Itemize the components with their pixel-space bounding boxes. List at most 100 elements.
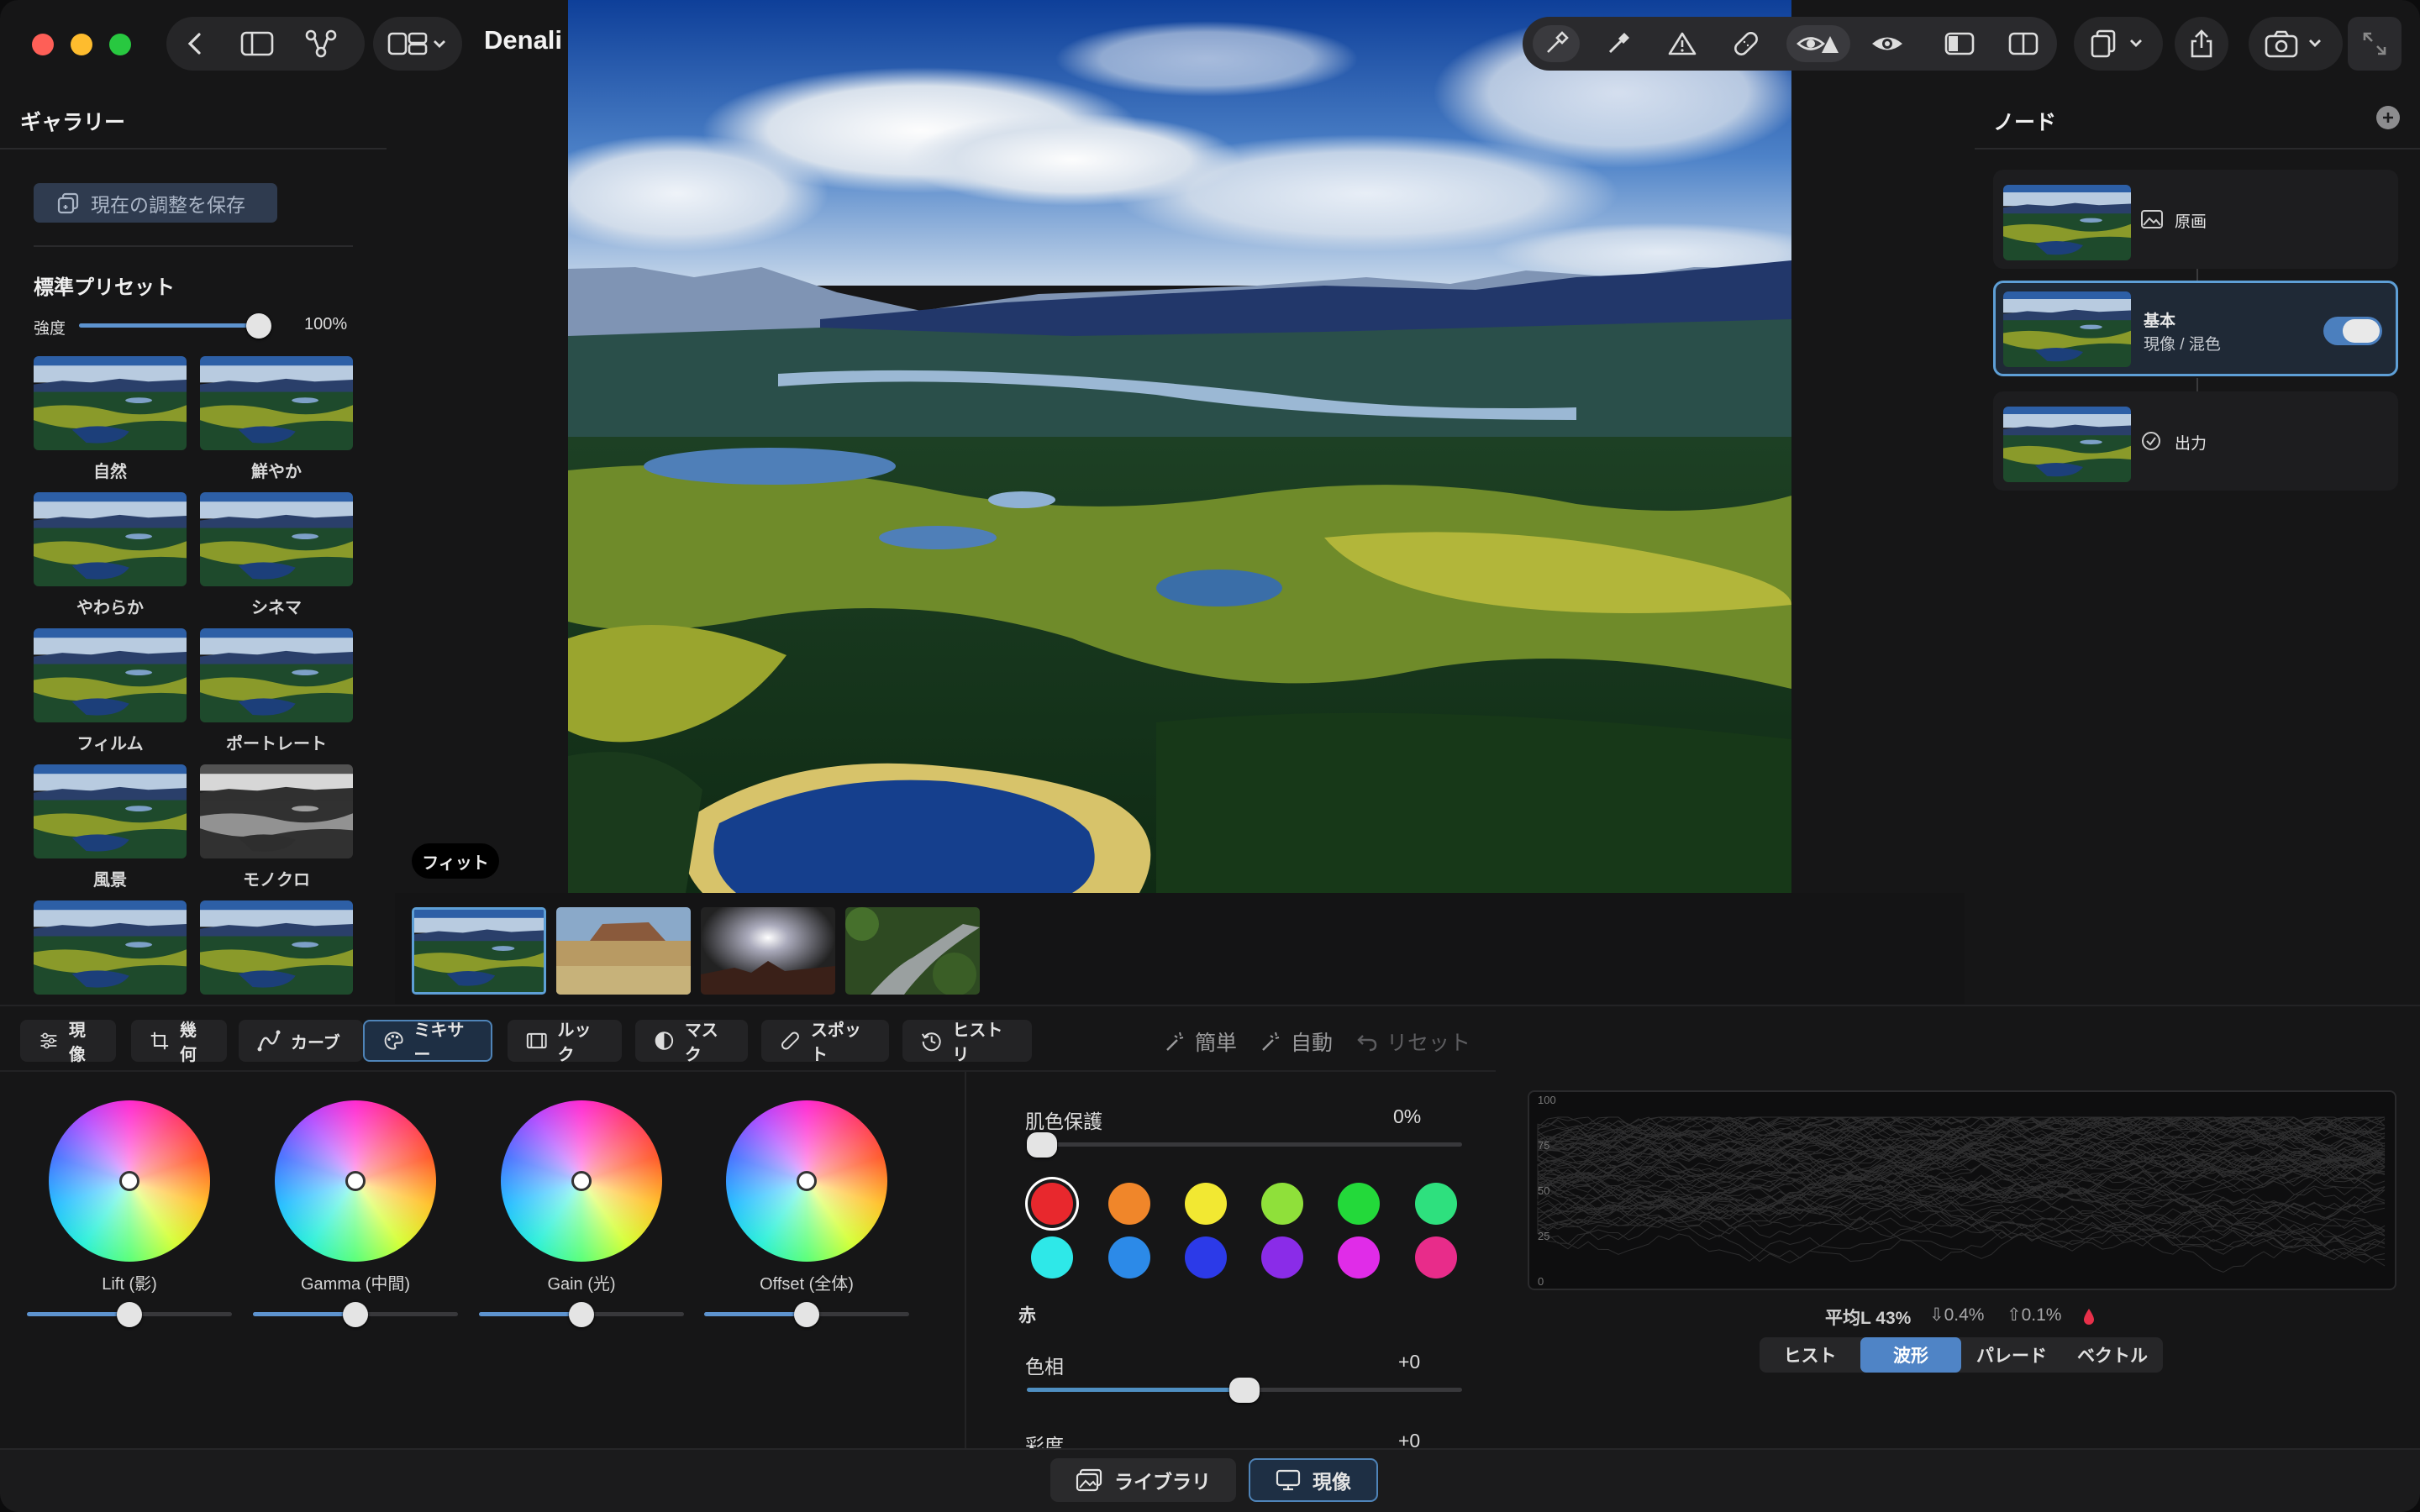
scope-mode-option[interactable]: 波形 [1860, 1337, 1961, 1373]
white-balance-picker-button[interactable] [1595, 25, 1642, 62]
skin-protect-knob[interactable] [1027, 1132, 1058, 1158]
filmstrip-thumb[interactable] [556, 907, 691, 995]
wheel-handle[interactable] [571, 1171, 592, 1191]
preset-item[interactable] [200, 900, 353, 1002]
preset-item[interactable]: 自然 [34, 356, 187, 482]
slider-knob[interactable] [569, 1302, 594, 1327]
simple-button[interactable]: 簡単 [1165, 1026, 1237, 1057]
color-wheel[interactable] [501, 1100, 662, 1262]
reset-label: リセット [1386, 1032, 1471, 1055]
color-swatch[interactable] [1261, 1236, 1303, 1278]
node-output[interactable]: 出力 [1993, 391, 2398, 491]
waveform-scope[interactable]: 100 75 50 25 0 [1528, 1090, 2396, 1290]
slider-knob[interactable] [343, 1302, 368, 1327]
color-swatch[interactable] [1185, 1236, 1227, 1278]
photo-canvas[interactable] [568, 0, 1791, 893]
slider-knob[interactable] [117, 1302, 142, 1327]
wheel-handle[interactable] [797, 1171, 817, 1191]
minimize-window-button[interactable] [71, 34, 92, 55]
preview-button[interactable] [1864, 25, 1911, 62]
tab-mask[interactable]: マスク [635, 1020, 748, 1064]
back-button[interactable] [176, 25, 213, 62]
tab-film[interactable]: ルック [508, 1020, 622, 1064]
wheel-level-slider[interactable] [27, 1302, 232, 1327]
node-basic[interactable]: 基本 現像 / 混色 [1993, 281, 2398, 376]
wheel-level-slider[interactable] [479, 1302, 684, 1327]
zoom-window-button[interactable] [109, 34, 131, 55]
color-swatch[interactable] [1185, 1183, 1227, 1225]
preset-thumb-image [34, 900, 187, 995]
before-after-button[interactable] [1936, 25, 1983, 62]
fit-zoom-button[interactable]: フィット [412, 843, 499, 879]
wheel-handle[interactable] [345, 1171, 366, 1191]
color-swatch[interactable] [1108, 1236, 1150, 1278]
clipping-warning-button[interactable] [1659, 25, 1706, 62]
divider [0, 148, 387, 150]
fullscreen-button[interactable] [2348, 17, 2402, 71]
strength-slider[interactable] [79, 313, 271, 339]
close-window-button[interactable] [32, 34, 54, 55]
strength-knob[interactable] [246, 313, 271, 339]
preset-thumbnail [200, 628, 353, 722]
wheel-level-slider[interactable] [704, 1302, 909, 1327]
hue-knob[interactable] [1229, 1378, 1260, 1403]
develop-button[interactable]: 現像 [1249, 1458, 1378, 1502]
reset-button[interactable]: リセット [1356, 1026, 1470, 1057]
eyedropper-button[interactable] [1533, 25, 1580, 62]
node-enabled-toggle[interactable] [2323, 317, 2382, 345]
preset-label: ポートレート [226, 735, 327, 753]
scope-mode-option[interactable]: ヒスト [1760, 1337, 1860, 1373]
wheel-level-slider[interactable] [253, 1302, 458, 1327]
tab-palette[interactable]: ミキサー [363, 1020, 492, 1064]
nodes-view-button[interactable] [302, 25, 339, 62]
color-swatch[interactable] [1261, 1183, 1303, 1225]
color-wheel[interactable] [726, 1100, 887, 1262]
filmstrip-thumb[interactable] [412, 907, 546, 995]
color-swatch[interactable] [1415, 1183, 1457, 1225]
preset-item[interactable]: フィルム [34, 628, 187, 754]
slider-knob[interactable] [794, 1302, 819, 1327]
preset-item[interactable]: モノクロ [200, 764, 353, 890]
filmstrip-thumb[interactable] [845, 907, 980, 995]
tab-bandage[interactable]: スポット [761, 1020, 889, 1064]
color-swatch[interactable] [1338, 1183, 1380, 1225]
overlay-visibility-button[interactable] [1786, 25, 1850, 62]
color-swatch[interactable] [1338, 1236, 1380, 1278]
add-node-button[interactable] [2376, 106, 2400, 129]
preset-item[interactable] [34, 900, 187, 1002]
node-original[interactable]: 原画 [1993, 170, 2398, 269]
preset-label: フィルム [76, 735, 144, 753]
save-adjustment-button[interactable]: 現在の調整を保存 [34, 183, 277, 223]
wheel-label: Lift (影) [102, 1275, 157, 1294]
preset-item[interactable]: 風景 [34, 764, 187, 890]
tab-sliders[interactable]: 現像 [20, 1020, 116, 1064]
palette-icon [384, 1032, 403, 1050]
filmstrip-thumb[interactable] [701, 907, 835, 995]
bandage-icon [781, 1032, 799, 1050]
color-swatch[interactable] [1031, 1236, 1073, 1278]
healing-button[interactable] [1723, 25, 1770, 62]
tab-crop[interactable]: 幾何 [131, 1020, 227, 1064]
preset-item[interactable]: やわらか [34, 492, 187, 618]
skin-protect-slider[interactable] [1027, 1132, 1462, 1158]
preset-item[interactable]: 鮮やか [200, 356, 353, 482]
auto-button[interactable]: 自動 [1260, 1026, 1333, 1057]
preset-item[interactable]: ポートレート [200, 628, 353, 754]
sidebar-toggle-button[interactable] [239, 25, 276, 62]
color-wheel[interactable] [275, 1100, 436, 1262]
color-swatch[interactable] [1108, 1183, 1150, 1225]
split-view-button[interactable] [2000, 25, 2047, 62]
crop-icon [150, 1032, 169, 1050]
library-button[interactable]: ライブラリ [1050, 1458, 1236, 1502]
nodes-title: ノード [1993, 111, 2057, 134]
tab-history[interactable]: ヒストリ [902, 1020, 1032, 1064]
tab-curve[interactable]: カーブ [239, 1020, 363, 1062]
hue-slider[interactable] [1027, 1378, 1462, 1403]
color-swatch[interactable] [1415, 1236, 1457, 1278]
scope-mode-option[interactable]: パレード [1961, 1337, 2062, 1373]
wheel-handle[interactable] [119, 1171, 139, 1191]
scope-mode-option[interactable]: ベクトル [2062, 1337, 2163, 1373]
preset-item[interactable]: シネマ [200, 492, 353, 618]
color-wheel[interactable] [49, 1100, 210, 1262]
color-swatch[interactable] [1031, 1183, 1073, 1225]
